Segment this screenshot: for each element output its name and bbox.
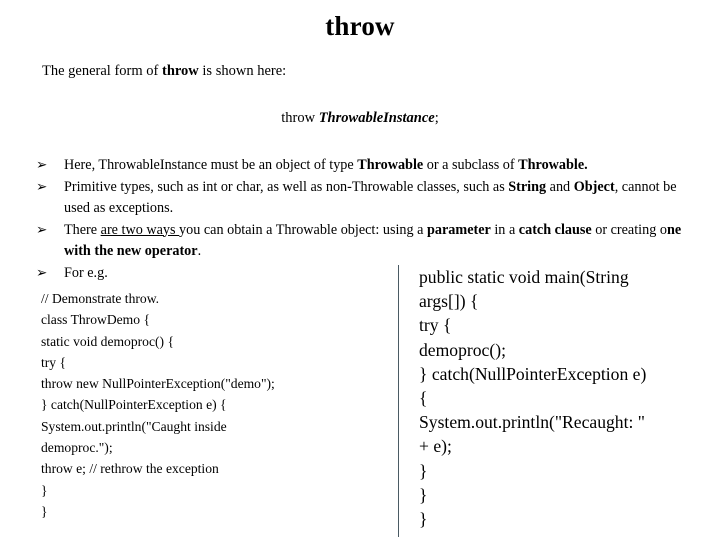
bullet-item: ➢ Primitive types, such as int or char, a… <box>36 177 696 220</box>
intro-keyword: throw <box>161 63 199 79</box>
code-line: public static void main(String <box>419 267 629 287</box>
code-line: } catch(NullPointerException e) <box>419 363 647 384</box>
code-line: try { <box>41 354 67 370</box>
code-line: } <box>419 484 428 505</box>
bullet-item-label: There are two ways you can obtain a Thro… <box>64 221 682 260</box>
bullet-item-label: Primitive types, such as int or char, as… <box>64 178 677 217</box>
arrow-bullet-icon: ➢ <box>36 264 48 281</box>
code-line: throw new NullPointerException("demo"); <box>41 376 275 392</box>
column-divider <box>398 265 399 537</box>
bullet-item: ➢ There are two ways you can obtain a Th… <box>36 220 696 263</box>
code-line: + e); <box>419 436 452 457</box>
code-line: { <box>419 388 428 409</box>
code-line: } <box>419 509 428 530</box>
code-line: } catch(NullPointerException e) { <box>41 397 227 413</box>
arrow-bullet-icon: ➢ <box>36 221 48 238</box>
code-line: System.out.println("Caught inside <box>41 418 227 434</box>
code-line: // Demonstrate throw. <box>41 291 160 306</box>
arrow-bullet-icon: ➢ <box>36 178 48 195</box>
code-line: class ThrowDemo { <box>41 312 150 328</box>
syntax-form: throw ThrowableInstance; <box>0 110 720 127</box>
bullet-item-label: Here, ThrowableInstance must be an objec… <box>64 157 588 173</box>
code-line: } <box>419 460 428 481</box>
code-line: try { <box>419 315 452 336</box>
bullet-item: ➢ Here, ThrowableInstance must be an obje… <box>36 155 696 177</box>
code-line: throw e; // rethrow the exception <box>41 461 219 477</box>
code-line: } <box>41 503 48 519</box>
code-block-right: public static void main(String args[]) { t… <box>419 265 714 531</box>
code-line: demoproc."); <box>41 440 113 456</box>
code-line: static void demoproc() { <box>41 333 174 349</box>
syntax-operand: ThrowableInstance <box>318 110 435 126</box>
code-block-left: // Demonstrate throw. class ThrowDemo { st… <box>41 288 386 522</box>
syntax-terminator: ; <box>434 110 439 126</box>
code-line: } <box>41 482 48 498</box>
intro-text-after: is shown here: <box>198 63 287 79</box>
code-line: System.out.println("Recaught: " <box>419 412 645 433</box>
arrow-bullet-icon: ➢ <box>36 157 48 173</box>
intro-text-before: The general form of <box>42 63 162 79</box>
syntax-keyword: throw <box>281 110 316 126</box>
intro-text: The general form of throw is shown here: <box>42 63 286 80</box>
code-line: args[]) { <box>419 291 479 312</box>
slide-canvas: throw The general form of throw is shown… <box>0 0 720 540</box>
page-title: throw <box>325 11 395 41</box>
code-line: demoproc(); <box>419 339 506 360</box>
